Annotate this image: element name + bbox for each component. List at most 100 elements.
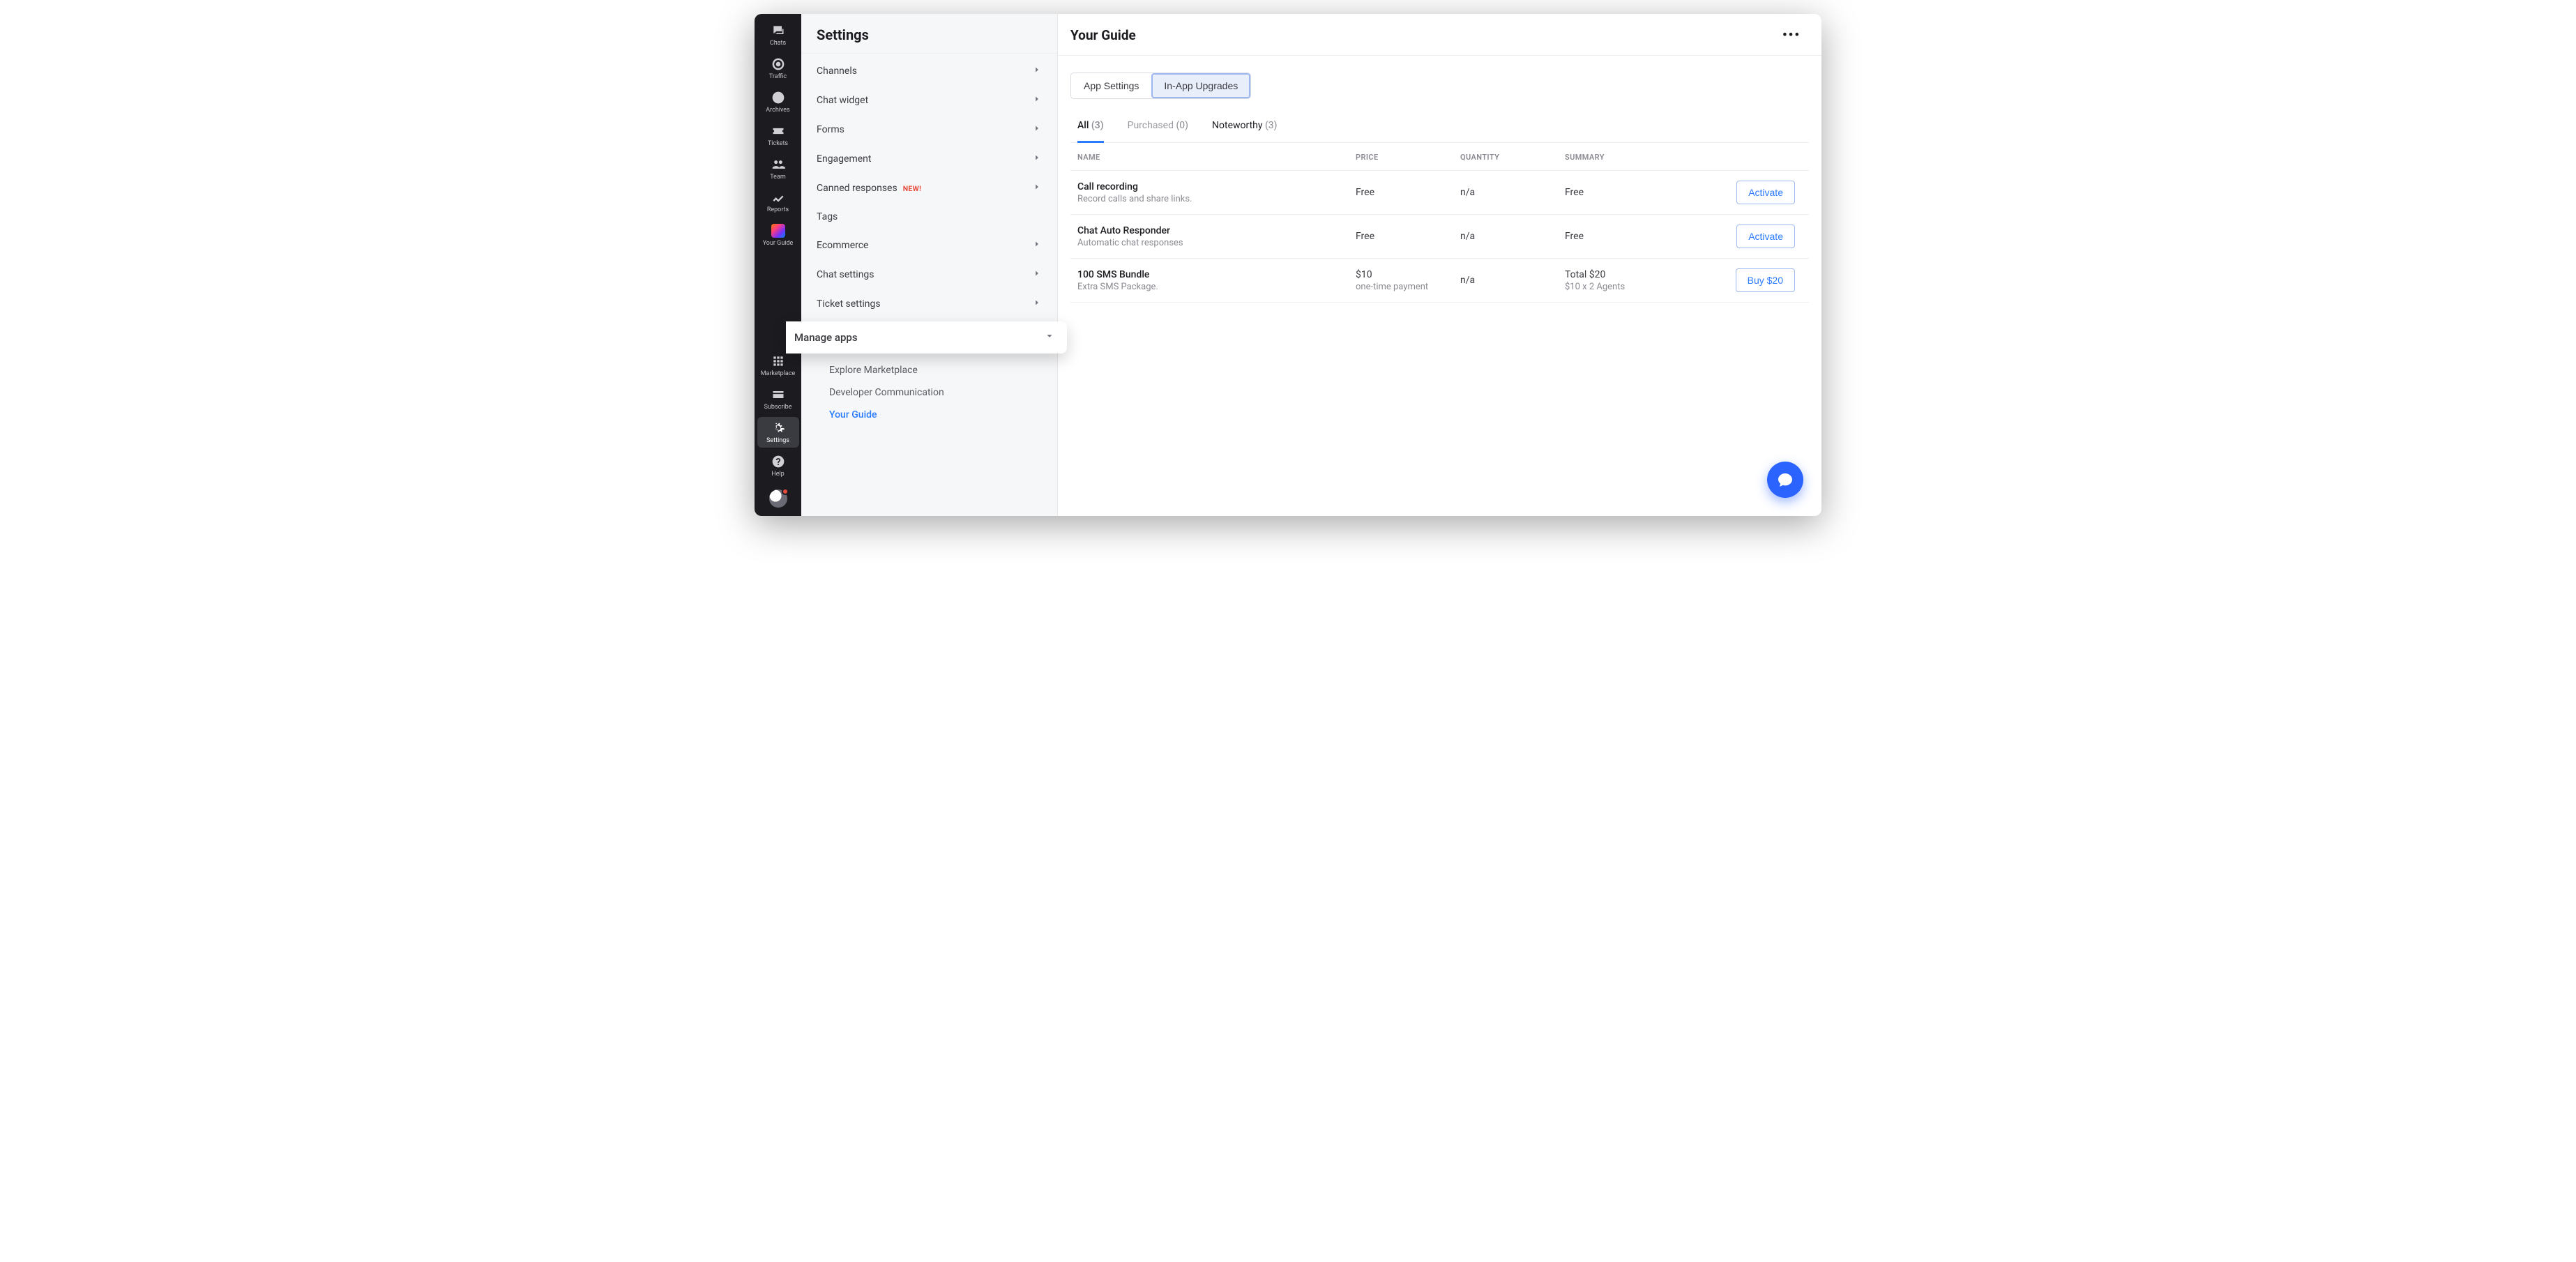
settings-item-label: Forms <box>817 124 844 135</box>
manage-apps-link-explore[interactable]: Explore Marketplace <box>829 359 1057 381</box>
gear-icon <box>771 421 785 435</box>
rail-team[interactable]: Team <box>757 153 799 184</box>
rail-chats-label: Chats <box>770 40 786 47</box>
settings-item-channels[interactable]: Channels <box>801 56 1057 86</box>
settings-item-chat-settings[interactable]: Chat settings <box>801 260 1057 289</box>
user-avatar[interactable] <box>769 489 787 508</box>
chevron-right-icon <box>1032 268 1042 281</box>
page-title: Your Guide <box>1070 27 1136 43</box>
ticket-icon <box>771 124 785 138</box>
rail-chats[interactable]: Chats <box>757 20 799 50</box>
rail-subscribe[interactable]: Subscribe <box>757 383 799 414</box>
chevron-right-icon <box>1032 65 1042 77</box>
table-row: Chat Auto ResponderAutomatic chat respon… <box>1070 215 1809 259</box>
row-price-sub: one-time payment <box>1356 282 1446 292</box>
app-shell: Chats Traffic Archives Tickets Team Repo… <box>755 14 1821 516</box>
rail-help-label: Help <box>771 471 784 478</box>
row-description: Record calls and share links. <box>1077 194 1342 204</box>
view-segmented-control: App SettingsIn-App Upgrades <box>1070 73 1251 99</box>
chevron-right-icon <box>1032 239 1042 252</box>
more-menu-button[interactable]: ••• <box>1780 25 1803 45</box>
settings-item-forms[interactable]: Forms <box>801 115 1057 144</box>
tab-purchased[interactable]: Purchased (0) <box>1128 120 1188 143</box>
grid-icon <box>771 354 785 368</box>
chat-bubble-icon <box>1777 471 1794 488</box>
chevron-right-icon <box>1032 182 1042 195</box>
settings-item-tags[interactable]: Tags <box>801 203 1057 231</box>
rail-your-guide[interactable]: Your Guide <box>757 220 799 250</box>
settings-item-manage-apps[interactable]: Manage apps <box>786 321 1067 353</box>
tab-all[interactable]: All (3) <box>1077 120 1104 143</box>
rail-tickets-label: Tickets <box>768 141 788 148</box>
help-icon <box>771 455 785 469</box>
filter-tabs: All (3) Purchased (0) Noteworthy (3) <box>1070 120 1809 143</box>
row-price: $10 <box>1356 269 1446 280</box>
chart-line-icon <box>771 190 785 204</box>
row-quantity: n/a <box>1453 171 1558 215</box>
row-quantity: n/a <box>1453 215 1558 259</box>
row-summary: Free <box>1565 231 1711 242</box>
rail-marketplace[interactable]: Marketplace <box>757 350 799 381</box>
col-price: PRICE <box>1349 143 1453 171</box>
new-badge: NEW! <box>903 184 922 193</box>
settings-item-chat-widget[interactable]: Chat widget <box>801 86 1057 115</box>
rail-reports[interactable]: Reports <box>757 186 799 217</box>
row-name: Call recording <box>1077 181 1342 192</box>
settings-header: Settings <box>801 14 1057 54</box>
settings-list: Channels Chat widget Forms Engagement Canned… <box>801 54 1057 432</box>
rail-traffic-label: Traffic <box>769 74 787 81</box>
settings-item-label: Engagement <box>817 153 871 165</box>
tab-count: (3) <box>1265 120 1278 131</box>
upgrades-table: NAME PRICE QUANTITY SUMMARY Call recordi… <box>1070 143 1809 303</box>
settings-item-label: Tags <box>817 211 838 222</box>
settings-item-label: Chat settings <box>817 269 874 280</box>
manage-apps-children: Explore MarketplaceDeveloper Communicati… <box>801 356 1057 429</box>
settings-subnav: Settings Channels Chat widget Forms Engagem… <box>801 14 1058 516</box>
settings-item-canned[interactable]: Canned responsesNEW! <box>801 174 1057 203</box>
nav-rail: Chats Traffic Archives Tickets Team Repo… <box>755 14 801 516</box>
row-summary-sub: $10 x 2 Agents <box>1565 282 1711 292</box>
rail-team-label: Team <box>770 174 786 181</box>
row-quantity: n/a <box>1453 259 1558 303</box>
table-row: Call recording Record calls and share lin… <box>1070 171 1809 215</box>
row-summary: Total $20 <box>1565 269 1711 280</box>
settings-item-label: Manage apps <box>794 331 858 344</box>
notification-dot <box>782 488 789 495</box>
row-price: Free <box>1356 231 1446 242</box>
settings-item-ticket-settings[interactable]: Ticket settings <box>801 289 1057 319</box>
tab-count: (3) <box>1091 120 1104 131</box>
manage-apps-link-your-guide[interactable]: Your Guide <box>829 404 1057 426</box>
row-action-button[interactable]: Activate <box>1736 181 1795 204</box>
settings-item-engagement[interactable]: Engagement <box>801 144 1057 174</box>
tab-label: Noteworthy <box>1212 120 1262 131</box>
col-summary: SUMMARY <box>1558 143 1718 171</box>
chevron-right-icon <box>1045 331 1054 344</box>
rail-marketplace-label: Marketplace <box>761 371 796 378</box>
segment-in-app[interactable]: In-App Upgrades <box>1151 73 1250 98</box>
rail-reports-label: Reports <box>767 207 789 214</box>
clock-icon <box>771 91 785 105</box>
rail-traffic[interactable]: Traffic <box>757 53 799 84</box>
col-name: NAME <box>1070 143 1349 171</box>
page-header: Your Guide ••• <box>1058 14 1821 56</box>
guide-app-icon <box>771 224 785 238</box>
chevron-right-icon <box>1032 298 1042 310</box>
target-icon <box>771 57 785 71</box>
tab-noteworthy[interactable]: Noteworthy (3) <box>1212 120 1278 143</box>
rail-archives[interactable]: Archives <box>757 86 799 117</box>
tab-count: (0) <box>1176 120 1188 131</box>
segment-app-settings[interactable]: App Settings <box>1071 73 1151 98</box>
rail-tickets[interactable]: Tickets <box>757 120 799 151</box>
chat-fab[interactable] <box>1767 462 1803 498</box>
chevron-right-icon <box>1032 94 1042 107</box>
settings-title: Settings <box>817 26 1042 43</box>
settings-item-label: Chat widget <box>817 95 868 106</box>
manage-apps-link-devcom[interactable]: Developer Communication <box>829 381 1057 404</box>
row-action-button[interactable]: Buy $20 <box>1736 268 1795 292</box>
rail-help[interactable]: Help <box>757 450 799 481</box>
rail-your-guide-label: Your Guide <box>763 241 794 248</box>
settings-item-ecommerce[interactable]: Ecommerce <box>801 231 1057 260</box>
rail-settings[interactable]: Settings <box>757 417 799 448</box>
team-icon <box>771 158 785 172</box>
row-action-button[interactable]: Activate <box>1736 225 1795 248</box>
